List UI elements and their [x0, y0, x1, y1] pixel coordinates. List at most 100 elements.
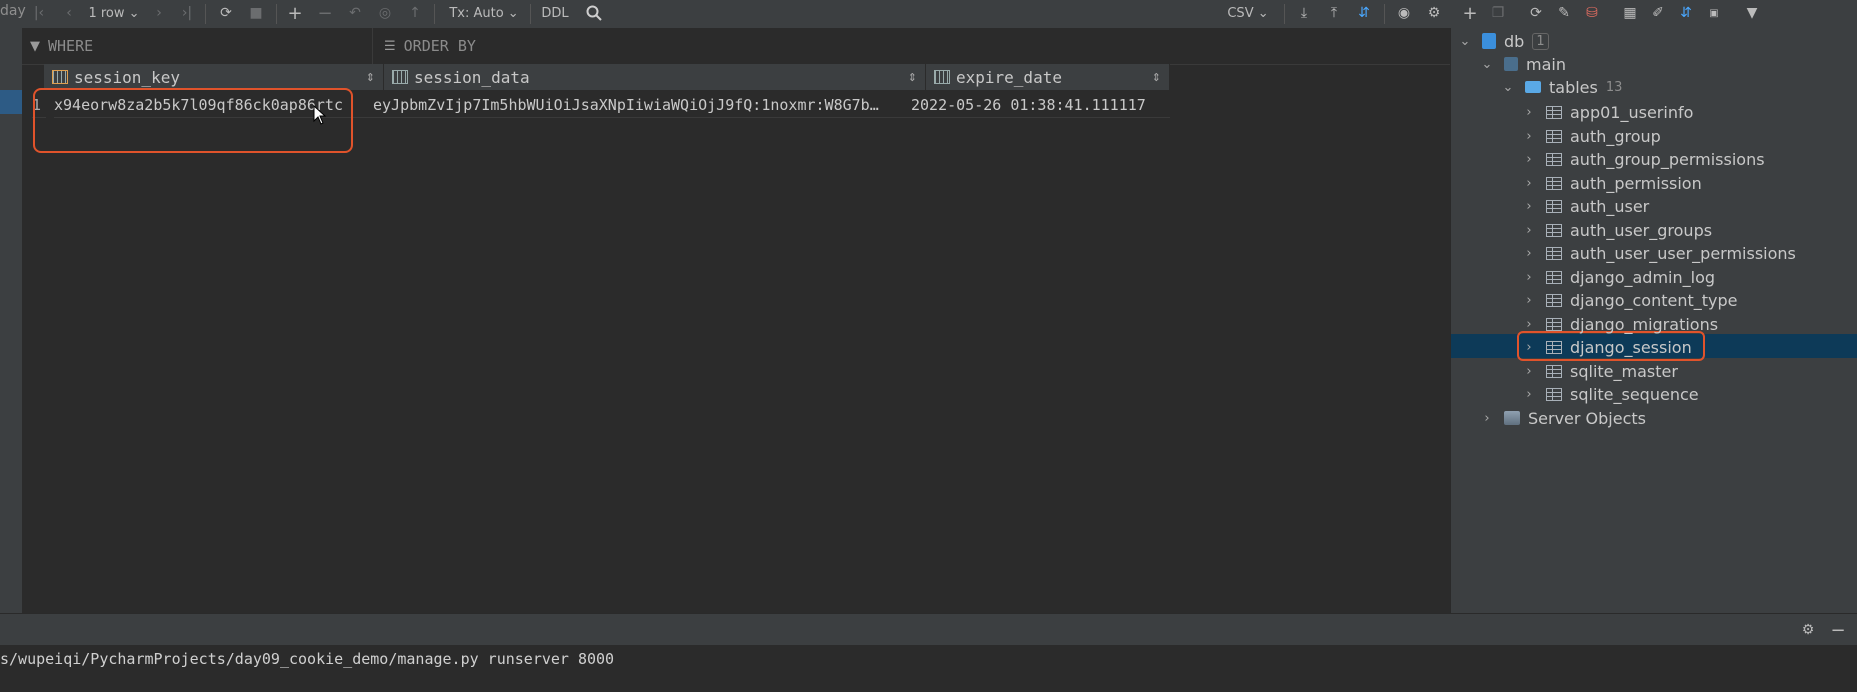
divider [372, 28, 373, 64]
tree-table-item[interactable]: › django_migrations [1522, 313, 1718, 335]
tree-table-item[interactable]: › auth_user_user_permissions [1522, 242, 1795, 264]
jump-icon[interactable]: ⇵ [1674, 0, 1698, 26]
first-page-icon[interactable]: |‹ [28, 0, 50, 26]
refresh-icon[interactable]: ⟳ [1524, 0, 1548, 26]
divider [1384, 4, 1385, 24]
chevron-right-icon[interactable]: › [1522, 387, 1536, 402]
chevron-right-icon[interactable]: › [1522, 223, 1536, 238]
chevron-right-icon[interactable]: › [1522, 199, 1536, 214]
tree-table-item[interactable]: › django_content_type [1522, 289, 1737, 311]
chevron-right-icon[interactable]: › [1480, 411, 1494, 426]
divider [434, 4, 435, 24]
search-icon[interactable] [582, 0, 606, 26]
gear-icon[interactable]: ⚙ [1796, 617, 1820, 643]
tree-table-item[interactable]: › app01_userinfo [1522, 101, 1693, 123]
download-icon[interactable]: ⤓ [1292, 0, 1316, 26]
compare-icon[interactable]: ⇵ [1352, 0, 1376, 26]
table-name: auth_group [1570, 126, 1661, 146]
add-icon[interactable]: + [1458, 0, 1482, 26]
table-name: sqlite_sequence [1570, 384, 1699, 404]
tree-table-item[interactable]: › auth_user_groups [1522, 219, 1712, 241]
edit-properties-icon[interactable]: ✎ [1552, 0, 1576, 26]
divider [205, 4, 206, 24]
table-icon [1546, 270, 1562, 284]
table-icon [1546, 364, 1562, 378]
export-format-dropdown[interactable]: CSV ⌄ [1224, 0, 1272, 26]
ddl-button[interactable]: DDL [538, 0, 572, 26]
table-name: app01_userinfo [1570, 102, 1694, 122]
annotation-highlight [33, 88, 353, 153]
refresh-icon[interactable]: ⟳ [214, 0, 238, 26]
chevron-right-icon[interactable]: › [1522, 270, 1536, 285]
chevron-right-icon[interactable]: › [1522, 105, 1536, 120]
copy-icon[interactable]: ❐ [1486, 0, 1510, 26]
chevron-right-icon[interactable]: › [1522, 293, 1536, 308]
chevron-down-icon[interactable]: ⌄ [1480, 57, 1494, 72]
chevron-down-icon[interactable]: ⌄ [1501, 80, 1515, 95]
table-icon [1546, 152, 1562, 166]
database-icon[interactable]: ⛁ [1580, 0, 1604, 26]
query-console-icon[interactable]: ▣ [1702, 0, 1726, 26]
chevron-right-icon[interactable]: › [1522, 364, 1536, 379]
chevron-down-icon[interactable]: ⌄ [1458, 34, 1472, 49]
push-icon[interactable]: ↑ [403, 0, 427, 26]
sort-icon[interactable]: ⇕ [366, 71, 375, 84]
delete-row-icon[interactable]: − [313, 0, 337, 26]
chevron-right-icon[interactable]: › [1522, 317, 1536, 332]
view-icon[interactable]: ◉ [1392, 0, 1416, 26]
table-icon [1546, 293, 1562, 307]
tables-count: 13 [1605, 79, 1623, 95]
tree-table-item[interactable]: › django_session [1522, 336, 1691, 358]
tree-table-item[interactable]: › auth_group_permissions [1522, 148, 1765, 170]
tree-table-item[interactable]: › auth_user [1522, 195, 1649, 217]
filter-icon: ▼ [30, 38, 40, 54]
edit-icon[interactable]: ✐ [1646, 0, 1670, 26]
chevron-right-icon[interactable]: › [1522, 246, 1536, 261]
submit-icon[interactable]: ◎ [373, 0, 397, 26]
tree-tables-folder[interactable]: ⌄ tables 13 [1501, 76, 1623, 98]
column-header-session-data[interactable]: session_data ⇕ [384, 64, 926, 90]
chevron-right-icon[interactable]: › [1522, 340, 1536, 355]
revert-icon[interactable]: ↶ [343, 0, 367, 26]
tree-server-objects[interactable]: › Server Objects [1480, 407, 1646, 429]
order-by-filter[interactable]: ☰ ORDER BY [384, 28, 476, 64]
table-name: auth_user [1570, 196, 1650, 216]
chevron-right-icon[interactable]: › [1522, 152, 1536, 167]
add-row-icon[interactable]: + [283, 0, 307, 26]
gear-icon[interactable]: ⚙ [1422, 0, 1446, 26]
filter-icon[interactable]: ▼ [1740, 0, 1764, 26]
tree-db[interactable]: ⌄ db 1 [1458, 30, 1549, 52]
stop-icon[interactable]: ■ [244, 0, 268, 26]
where-filter[interactable]: ▼ WHERE [30, 28, 93, 64]
row-count-dropdown[interactable]: 1 row ⌄ [88, 0, 140, 26]
tree-table-item[interactable]: › django_admin_log [1522, 266, 1715, 288]
chevron-right-icon[interactable]: › [1522, 129, 1536, 144]
last-page-icon[interactable]: ›| [176, 0, 198, 26]
table-icon [1546, 176, 1562, 190]
cell-session-data[interactable]: eyJpbmZvIjp7Im5hbWUiOiJsaXNpIiwiaWQiOjJ9… [373, 92, 914, 118]
minimize-icon[interactable]: − [1826, 617, 1850, 643]
tx-mode-dropdown[interactable]: Tx: Auto ⌄ [446, 0, 522, 26]
column-header-session-key[interactable]: session_key ⇕ [44, 64, 384, 90]
chevron-right-icon[interactable]: › [1522, 176, 1536, 191]
sort-icon[interactable]: ⇕ [1152, 71, 1161, 84]
tree-table-item[interactable]: › auth_permission [1522, 172, 1701, 194]
table-name: django_migrations [1570, 314, 1719, 334]
column-header-expire-date[interactable]: expire_date ⇕ [926, 64, 1170, 90]
tree-table-item[interactable]: › auth_group [1522, 125, 1661, 147]
column-icon [934, 70, 950, 84]
table-name: django_admin_log [1570, 267, 1716, 287]
tree-table-item[interactable]: › sqlite_master [1522, 360, 1678, 382]
tree-table-item[interactable]: › sqlite_sequence [1522, 383, 1699, 405]
table-name: auth_group_permissions [1570, 149, 1765, 169]
tables-folder-label: tables [1549, 77, 1598, 97]
sort-icon[interactable]: ⇕ [908, 71, 917, 84]
tree-schema-main[interactable]: ⌄ main [1480, 53, 1566, 75]
where-label: WHERE [48, 37, 94, 55]
prev-page-icon[interactable]: ‹ [58, 0, 80, 26]
table-icon [1546, 340, 1562, 354]
next-page-icon[interactable]: › [148, 0, 170, 26]
table-icon[interactable]: ▦ [1618, 0, 1642, 26]
upload-icon[interactable]: ⤒ [1322, 0, 1346, 26]
cell-expire-date[interactable]: 2022-05-26 01:38:41.111117 [911, 92, 1170, 118]
